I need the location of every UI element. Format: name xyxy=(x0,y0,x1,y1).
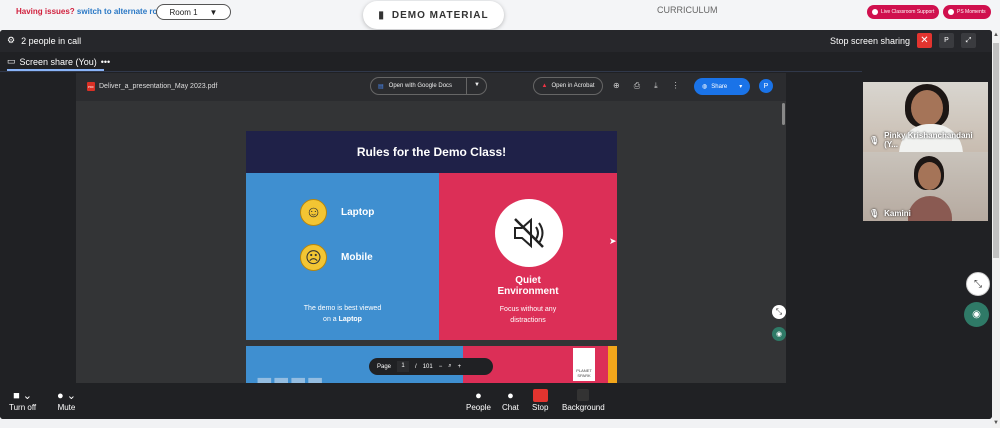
devices-panel: ☺ Laptop ☹ Mobile The demo is best viewe… xyxy=(246,173,439,340)
people-button[interactable]: ● People xyxy=(466,389,491,412)
participant-name: Kamini xyxy=(884,209,911,218)
caret-down-icon: ▼ xyxy=(209,7,218,17)
participant-face xyxy=(911,90,943,126)
zoom-in-icon[interactable]: + xyxy=(458,364,462,370)
moments-icon xyxy=(948,9,954,15)
background-button[interactable]: Background xyxy=(562,389,605,412)
smiley-icon: ☺ xyxy=(300,199,327,226)
having-issues-text: Having issues? switch to alternate room xyxy=(16,7,170,16)
chat-button[interactable]: ● Chat xyxy=(502,389,519,412)
zoom-icon[interactable]: ⌕ xyxy=(448,363,451,370)
page-input[interactable]: 1 xyxy=(397,361,410,372)
pdf-toolbar: PDF Deliver_a_presentation_May 2023.pdf ▤… xyxy=(76,73,786,101)
dropdown-arrow-icon[interactable]: ▼ xyxy=(474,82,480,88)
mic-icon: 🎙 xyxy=(869,135,880,145)
support-icon xyxy=(872,9,878,15)
stop-share-button[interactable]: Stop xyxy=(532,389,548,412)
microphone-icon: ● ⌄ xyxy=(57,390,76,402)
print-icon[interactable]: ⎙ xyxy=(634,81,640,91)
control-bar: ■ ⌄ Turn off ● ⌄ Mute ● People ● Chat Stop B… xyxy=(0,383,992,419)
mouse-cursor: ➤ xyxy=(609,236,617,246)
participant-tile[interactable]: 🎙 Pinky Krishanchandani (Y... xyxy=(863,82,988,152)
fullscreen-icon[interactable]: ⤢ xyxy=(961,33,976,48)
curriculum-tab[interactable]: CURRICULUM xyxy=(657,5,718,15)
laptop-note: The demo is best viewed on a Laptop xyxy=(303,305,382,323)
add-to-drive-icon[interactable]: ⊕ xyxy=(613,81,620,91)
slide-title: Rules for the Demo Class! xyxy=(246,131,617,173)
screen-share-tab[interactable]: ▭ Screen share (You) ••• xyxy=(7,56,110,67)
live-support-button[interactable]: Live Classroom Support xyxy=(867,5,940,19)
participant-tile[interactable]: 🎙 Kamini xyxy=(863,152,988,221)
people-icon: ● xyxy=(475,390,482,402)
stop-sharing-button[interactable]: ✕ xyxy=(917,33,932,48)
more-icon[interactable]: ••• xyxy=(101,57,110,67)
mute-speaker-icon xyxy=(495,199,563,267)
scroll-thumb[interactable] xyxy=(993,43,999,258)
planet-spark-logo: PLANET SPARK xyxy=(573,348,595,381)
room-select[interactable]: Room 1 ▼ xyxy=(156,4,231,20)
collapse-panel-icon[interactable]: ⤡ xyxy=(966,272,990,296)
turn-off-camera-button[interactable]: ■ ⌄ Turn off xyxy=(9,389,36,412)
scroll-up-icon[interactable]: ▲ xyxy=(993,32,999,38)
share-button[interactable]: ◍ Share ▾ xyxy=(694,78,750,95)
page-navigator: Page 1 / 101 − ⌕ + xyxy=(369,358,493,375)
bottom-gap xyxy=(0,419,992,428)
folder-icon: ▮ xyxy=(378,9,385,21)
tab-underline xyxy=(7,69,104,71)
viewer-scrollbar[interactable] xyxy=(782,103,785,125)
globe-icon: ◍ xyxy=(702,84,708,90)
sad-face-icon: ☹ xyxy=(300,244,327,271)
focus-note: Focus without any distractions xyxy=(499,306,557,324)
meeting-window: ⚙ 2 people in call Stop screen sharing ✕ P ⤢… xyxy=(0,30,992,419)
acrobat-icon: ▲ xyxy=(541,83,548,89)
more-vert-icon[interactable]: ⋮ xyxy=(672,81,680,91)
participant-body xyxy=(908,196,952,221)
slide2-text: ■■■■ xyxy=(256,368,324,383)
stop-sharing-label[interactable]: Stop screen sharing xyxy=(830,36,910,46)
open-google-docs-button[interactable]: ▤ Open with Google Docs ▼ xyxy=(370,77,487,95)
page-scrollbar[interactable]: ▲ ▼ xyxy=(992,30,1000,428)
collapse-icon[interactable]: ⤡ xyxy=(772,305,786,319)
download-icon[interactable]: ⤓ xyxy=(654,81,658,91)
account-avatar[interactable]: P xyxy=(759,79,773,93)
people-count: 2 people in call xyxy=(21,35,82,46)
camera-icon: ■ ⌄ xyxy=(13,390,33,402)
pdf-viewer: PDF Deliver_a_presentation_May 2023.pdf ▤… xyxy=(76,73,786,383)
mute-button[interactable]: ● ⌄ Mute xyxy=(57,389,76,412)
page-label: Page xyxy=(377,363,392,370)
open-acrobat-button[interactable]: ▲ Open in Acrobat xyxy=(533,77,603,95)
screen-icon: ▭ xyxy=(7,56,16,66)
page-total: 101 xyxy=(422,363,433,370)
share-caret-icon[interactable]: ▾ xyxy=(739,83,742,90)
owl-icon[interactable]: ◉ xyxy=(772,327,786,341)
gear-icon[interactable]: ⚙ xyxy=(7,35,15,46)
laptop-label: Laptop xyxy=(341,207,375,218)
slide2-yellow-strip xyxy=(608,346,617,383)
zoom-out-icon[interactable]: − xyxy=(439,364,443,370)
background-icon xyxy=(562,389,605,403)
ps-moments-button[interactable]: PS Moments xyxy=(943,5,991,19)
participant-name: Pinky Krishanchandani (Y... xyxy=(884,131,973,149)
page-separator: / xyxy=(415,363,417,370)
participant-face xyxy=(918,162,941,190)
file-name: Deliver_a_presentation_May 2023.pdf xyxy=(99,83,218,90)
stop-share-icon xyxy=(532,389,548,403)
owl-assistant-icon[interactable]: ◉ xyxy=(964,302,989,327)
top-bar: Having issues? switch to alternate room … xyxy=(0,0,1000,30)
quiet-panel: Quiet Environment Focus without any distra… xyxy=(439,173,617,340)
presenter-avatar: P xyxy=(939,33,954,48)
call-bar: ⚙ 2 people in call Stop screen sharing ✕ P ⤢ xyxy=(0,30,992,52)
demo-material-button[interactable]: ▮ DEMO MATERIAL xyxy=(363,1,504,29)
mic-icon: 🎙 xyxy=(869,209,880,218)
docs-icon: ▤ xyxy=(378,83,384,90)
mobile-label: Mobile xyxy=(341,252,373,263)
chat-icon: ● xyxy=(507,390,514,402)
slide-page-1: Rules for the Demo Class! ☺ Laptop ☹ Mob… xyxy=(246,131,617,340)
share-tab-bar: ▭ Screen share (You) ••• xyxy=(0,52,862,72)
scroll-down-icon[interactable]: ▼ xyxy=(993,420,999,426)
quiet-environment-label: Quiet Environment xyxy=(497,275,559,297)
pdf-file-icon: PDF xyxy=(87,82,95,91)
